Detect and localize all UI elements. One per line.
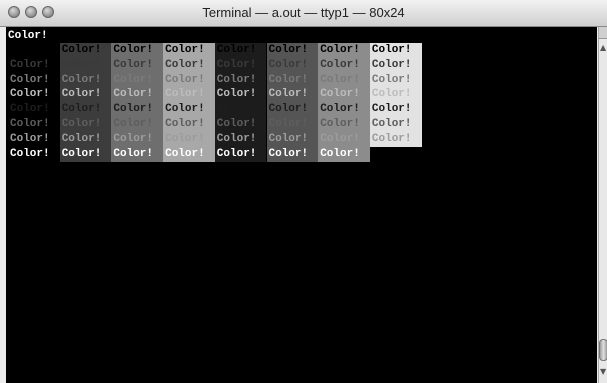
color-cell: Color! [214,131,267,147]
color-cell: Color! [8,57,60,73]
terminal-window: Terminal — a.out — ttyp1 — 80x24 Color! … [0,0,607,383]
color-cell: Color! [318,102,370,118]
color-cell: Color! [266,57,319,73]
color-cell: Color! [369,43,422,58]
color-cell: Color! [163,72,215,88]
color-cell: Color! [8,131,60,147]
color-cell: Color! [266,117,319,132]
color-cell: Color! [163,57,215,73]
color-cell: Color! [59,87,112,103]
color-cell: Color! [318,87,370,103]
color-cell: Color! [163,146,215,162]
color-cell: Color! [8,102,60,118]
color-cell: Color! [369,72,422,88]
color-cell: Color! [266,87,319,103]
color-cell: Color! [8,146,60,162]
color-cell: Color! [214,117,267,132]
color-cell: Color! [214,146,267,162]
color-cell: Color! [111,146,164,162]
color-cell: Color! [266,131,319,147]
color-cell: Color! [266,43,319,58]
color-cell: Color! [214,102,267,118]
color-cell: Color! [266,102,319,118]
color-cell: Color! [163,87,215,103]
terminal-output[interactable]: Color! Color! Color! Color! Color! Color! Col… [6,27,597,383]
color-cell: Color! [111,117,164,132]
terminal-first-line: Color! [8,30,48,42]
scrollbar-grip[interactable] [599,27,607,39]
color-cell: Color! [369,102,422,118]
color-cell: Color! [8,87,60,103]
scrollbar-thumb[interactable] [599,339,607,361]
color-cell: Color! [59,102,112,118]
scroll-down-arrow-icon[interactable]: ▼ [600,367,606,376]
color-cell: Color! [8,117,60,132]
color-cell: Color! [318,117,370,132]
color-cell: Color! [214,57,267,73]
color-cell: Color! [318,57,370,73]
window-title: Terminal — a.out — ttyp1 — 80x24 [202,5,405,20]
color-cell: Color! [59,117,112,132]
color-cell: Color! [8,72,60,88]
color-cell: Color! [369,57,422,73]
color-cell: Color! [214,87,267,103]
vertical-scrollbar[interactable]: ▲ ▼ [598,27,607,383]
color-cell: Color! [369,117,422,132]
color-cell: Color! [266,72,319,88]
color-cell: Color! [318,131,370,147]
color-cell: Color! [163,43,215,58]
color-cell: Color! [369,131,422,147]
color-cell: Color! [163,102,215,118]
color-cell: Color! [59,57,112,73]
color-cell: Color! [111,57,164,73]
color-cell: Color! [163,117,215,132]
color-cell: Color! [111,72,164,88]
color-cell: Color! [59,131,112,147]
color-cell: Color! [369,87,422,103]
color-cell: Color! [59,43,112,58]
color-cell: Color! [266,146,319,162]
color-cell: Color! [59,146,112,162]
color-cell: Color! [111,131,164,147]
title-bar[interactable]: Terminal — a.out — ttyp1 — 80x24 [0,0,607,27]
color-cell: Color! [318,146,370,162]
color-cell: Color! [214,43,267,58]
color-cell: Color! [318,43,370,58]
color-cell: Color! [214,72,267,88]
color-cell: Color! [318,72,370,88]
color-cell: Color! [111,43,164,58]
color-cell: Color! [163,131,215,147]
color-cell: Color! [111,102,164,118]
color-cell: Color! [59,72,112,88]
scroll-up-arrow-icon[interactable]: ▲ [600,43,606,52]
color-cell: Color! [111,87,164,103]
